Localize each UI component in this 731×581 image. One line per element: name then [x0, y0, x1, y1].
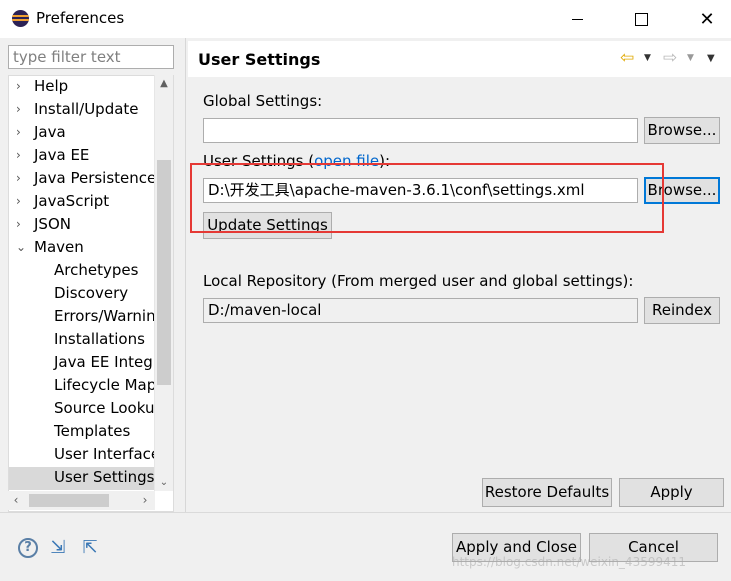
tree-item-label: JSON	[34, 215, 71, 233]
export-icon[interactable]: ⇱	[80, 538, 100, 558]
tree-item-label: Java EE	[34, 146, 90, 164]
tree-item-label: User Interface	[54, 445, 155, 463]
tree-item[interactable]: ⌄ Maven	[9, 237, 155, 260]
reindex-button[interactable]: Reindex	[644, 297, 720, 324]
update-settings-button[interactable]: Update Settings	[203, 212, 332, 239]
chevron-right-icon[interactable]: ›	[16, 214, 28, 235]
page-header: User Settings ⇦ ▼ ⇨ ▼ ▼	[188, 41, 731, 77]
tree-item-label: Archetypes	[54, 261, 139, 279]
chevron-right-icon[interactable]: ›	[16, 99, 28, 120]
tree-item-label: Java EE Integra	[54, 353, 155, 371]
tree-item[interactable]: Archetypes	[9, 260, 155, 283]
tree-item[interactable]: › Install/Update	[9, 99, 155, 122]
chevron-right-icon[interactable]: ›	[16, 168, 28, 189]
global-settings-field[interactable]	[203, 118, 638, 143]
forward-dropdown-icon[interactable]: ▼	[687, 53, 694, 63]
tree-item[interactable]: › Java EE	[9, 145, 155, 168]
minimize-button[interactable]	[554, 0, 600, 38]
scroll-down-icon[interactable]: ⌄	[155, 474, 173, 491]
user-settings-label-prefix: User Settings (	[203, 152, 315, 170]
user-browse-button[interactable]: Browse...	[644, 177, 720, 204]
maximize-button[interactable]	[618, 0, 664, 38]
forward-arrow-icon[interactable]: ⇨	[663, 48, 677, 68]
tree-item-label: Lifecycle Map	[54, 376, 155, 394]
apply-button[interactable]: Apply	[619, 478, 724, 507]
tree-item-label: Discovery	[54, 284, 129, 302]
tree-item[interactable]: Discovery	[9, 283, 155, 306]
title-bar: Preferences ✕	[0, 0, 731, 38]
scroll-thumb[interactable]	[157, 160, 171, 385]
tree-item[interactable]: Source Looku	[9, 398, 155, 421]
scroll-left-icon[interactable]: ‹	[8, 491, 24, 510]
tree-horizontal-scrollbar[interactable]: ‹ ›	[8, 491, 155, 510]
chevron-right-icon[interactable]: ›	[16, 122, 28, 143]
tree-item[interactable]: Templates	[9, 421, 155, 444]
window-title: Preferences	[36, 9, 125, 27]
tree-item[interactable]: › Java Persistence	[9, 168, 155, 191]
tree-item-label: Installations	[54, 330, 145, 348]
tree-item-label: Templates	[54, 422, 131, 440]
tree-item[interactable]: Java EE Integra	[9, 352, 155, 375]
local-repository-label: Local Repository (From merged user and g…	[203, 272, 634, 290]
tree-item-label: Java	[34, 123, 66, 141]
watermark: https://blog.csdn.net/weixin_43599411	[452, 555, 687, 569]
scroll-up-icon[interactable]: ▲	[155, 75, 173, 92]
chevron-right-icon[interactable]: ›	[16, 76, 28, 97]
user-settings-label: User Settings (open file):	[203, 152, 390, 170]
help-icon[interactable]: ?	[18, 538, 38, 558]
tree-item-label: User Settings	[54, 467, 155, 488]
chevron-right-icon[interactable]: ›	[16, 145, 28, 166]
tree-item[interactable]: Lifecycle Map	[9, 375, 155, 398]
global-browse-button[interactable]: Browse...	[644, 117, 720, 144]
tree-item-label: Source Looku	[54, 399, 155, 417]
chevron-right-icon[interactable]: ›	[16, 191, 28, 212]
tree-item[interactable]: User Settings	[9, 467, 155, 490]
splitter[interactable]	[185, 38, 186, 513]
tree-item[interactable]: › Java	[9, 122, 155, 145]
filter-input[interactable]	[8, 45, 174, 69]
import-icon[interactable]: ⇲	[48, 538, 68, 558]
user-settings-field[interactable]: D:\开发工具\apache-maven-3.6.1\conf\settings…	[203, 178, 638, 203]
page-title: User Settings	[198, 50, 321, 69]
tree-vertical-scrollbar[interactable]: ▲ ⌄	[154, 75, 173, 491]
tree-item-label: JavaScript	[34, 192, 110, 210]
tree-item[interactable]: Installations	[9, 329, 155, 352]
restore-defaults-button[interactable]: Restore Defaults	[482, 478, 612, 507]
back-dropdown-icon[interactable]: ▼	[644, 53, 651, 63]
tree-item-label: Maven	[34, 238, 84, 256]
tree-item[interactable]: User Interface	[9, 444, 155, 467]
close-button[interactable]: ✕	[684, 0, 730, 38]
tree-item-label: Help	[34, 77, 69, 95]
chevron-down-icon[interactable]: ⌄	[16, 237, 28, 258]
bottom-separator	[0, 512, 731, 513]
hscroll-thumb[interactable]	[29, 494, 109, 507]
open-file-link[interactable]: open file	[314, 152, 379, 170]
back-arrow-icon[interactable]: ⇦	[620, 48, 634, 68]
preference-tree[interactable]: › Help › Install/Update › Java › Java EE › Java P…	[8, 75, 174, 512]
local-repository-field: D:/maven-local	[203, 298, 638, 323]
tree-item-label: Errors/Warnin	[54, 307, 155, 325]
tree-item-label: Java Persistence	[34, 169, 155, 187]
eclipse-icon	[12, 10, 29, 27]
tree-item[interactable]: › Help	[9, 76, 155, 99]
tree-item[interactable]: › JSON	[9, 214, 155, 237]
global-settings-label: Global Settings:	[203, 92, 323, 110]
view-menu-icon[interactable]: ▼	[707, 53, 715, 64]
tree-item[interactable]: › JavaScript	[9, 191, 155, 214]
user-settings-label-suffix: ):	[379, 152, 391, 170]
scroll-right-icon[interactable]: ›	[137, 491, 153, 510]
tree-item[interactable]: Errors/Warnin	[9, 306, 155, 329]
tree-item-label: Install/Update	[34, 100, 139, 118]
